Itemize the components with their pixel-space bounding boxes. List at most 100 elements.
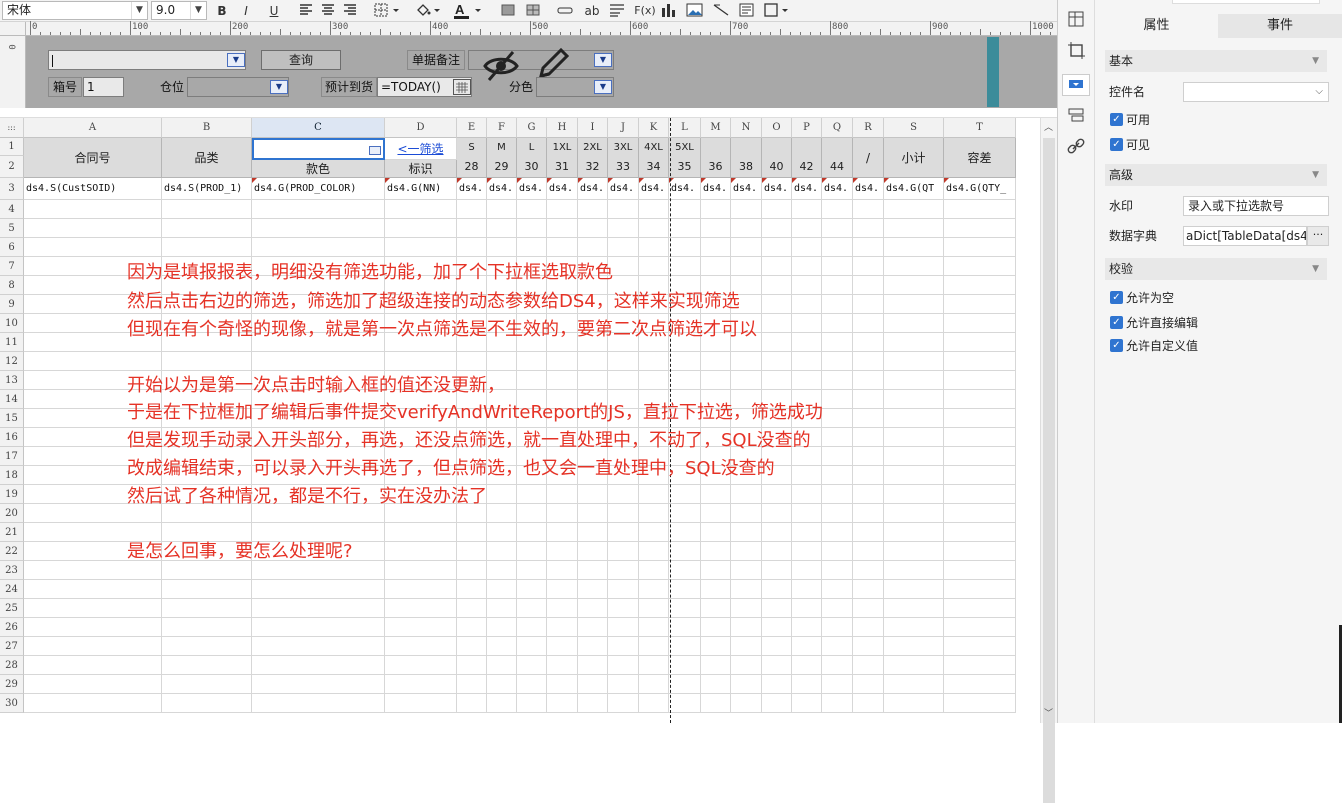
widget-settings-icon[interactable] [1062, 74, 1090, 96]
grid-cell[interactable] [547, 637, 578, 656]
section-validate[interactable]: 校验 ▼ [1105, 258, 1327, 280]
grid-cell[interactable] [701, 257, 731, 276]
header-subtotal[interactable]: 小计 [884, 138, 944, 178]
row-header[interactable]: 16 [0, 428, 24, 447]
grid-cell[interactable] [792, 618, 822, 637]
allow-custom-value-checkbox[interactable]: ✓ [1110, 339, 1123, 352]
grid-cell[interactable] [822, 542, 853, 561]
grid-cell[interactable] [822, 409, 853, 428]
grid-cell[interactable] [853, 352, 884, 371]
grid-cell[interactable] [669, 561, 701, 580]
grid-cell[interactable] [457, 542, 487, 561]
grid-cell[interactable] [252, 637, 385, 656]
grid-cell[interactable] [762, 314, 792, 333]
grid-cell[interactable] [701, 200, 731, 219]
grid-cell[interactable] [822, 656, 853, 675]
grid-cell[interactable] [701, 656, 731, 675]
sub-report-icon[interactable] [738, 2, 756, 20]
grid-cell[interactable] [731, 694, 762, 713]
grid-cell[interactable] [853, 694, 884, 713]
condition-icon[interactable] [1067, 106, 1087, 124]
grid-cell[interactable] [547, 238, 578, 257]
grid-cell[interactable] [547, 504, 578, 523]
grid-cell[interactable] [578, 618, 608, 637]
row-header[interactable]: 18 [0, 466, 24, 485]
grid-cell[interactable] [669, 580, 701, 599]
grid-cell[interactable] [822, 694, 853, 713]
grid-cell[interactable] [517, 200, 547, 219]
grid-cell[interactable] [639, 504, 669, 523]
size-number-cell[interactable]: 42 [792, 158, 822, 178]
grid-cell[interactable] [822, 219, 853, 238]
grid-cell[interactable] [944, 219, 1016, 238]
grid-cell[interactable] [792, 276, 822, 295]
grid-cell[interactable] [884, 333, 944, 352]
align-right-icon[interactable] [342, 2, 358, 20]
grid-cell[interactable] [853, 428, 884, 447]
grid-cell[interactable] [24, 618, 162, 637]
grid-cell[interactable] [731, 371, 762, 390]
grid-cell[interactable] [884, 276, 944, 295]
grid-cell[interactable] [608, 504, 639, 523]
grid-cell[interactable] [639, 238, 669, 257]
grid-cell[interactable] [731, 599, 762, 618]
grid-cell[interactable] [639, 200, 669, 219]
grid-cell[interactable] [639, 485, 669, 504]
row-header[interactable]: 19 [0, 485, 24, 504]
column-header[interactable]: P [792, 118, 822, 138]
grid-cell[interactable] [731, 675, 762, 694]
scroll-up-icon[interactable]: ︿ [1044, 120, 1053, 133]
grid-cell[interactable] [853, 618, 884, 637]
data-cell[interactable]: ds4.S(PROD_1) [162, 178, 252, 200]
grid-cell[interactable] [853, 504, 884, 523]
grid-cell[interactable] [731, 257, 762, 276]
grid-cell[interactable] [822, 352, 853, 371]
grid-cell[interactable] [792, 542, 822, 561]
grid-cell[interactable] [762, 561, 792, 580]
header-contract[interactable]: 合同号 [24, 138, 162, 178]
grid-cell[interactable] [944, 447, 1016, 466]
grid-cell[interactable] [578, 694, 608, 713]
grid-cell[interactable] [24, 238, 162, 257]
row-header[interactable]: 5 [0, 219, 24, 238]
grid-cell[interactable] [385, 656, 457, 675]
underline-button[interactable]: U [266, 2, 282, 20]
grid-cell[interactable] [162, 656, 252, 675]
row-header[interactable]: 21 [0, 523, 24, 542]
size-label-cell[interactable]: M [487, 138, 517, 158]
row-header[interactable]: 6 [0, 238, 24, 257]
row-header[interactable]: 23 [0, 561, 24, 580]
grid-cell[interactable] [792, 466, 822, 485]
grid-cell[interactable] [853, 314, 884, 333]
grid-cell[interactable] [24, 561, 162, 580]
column-header[interactable]: M [701, 118, 731, 138]
grid-cell[interactable] [162, 238, 252, 257]
grid-cell[interactable] [701, 599, 731, 618]
grid-cell[interactable] [853, 371, 884, 390]
grid-cell[interactable] [944, 694, 1016, 713]
grid-cell[interactable] [547, 618, 578, 637]
grid-cell[interactable] [731, 637, 762, 656]
grid-cell[interactable] [853, 200, 884, 219]
column-header[interactable]: Q [822, 118, 853, 138]
size-number-cell[interactable]: 34 [639, 158, 669, 178]
grid-cell[interactable] [669, 523, 701, 542]
size-label-cell[interactable] [792, 138, 822, 158]
header-color[interactable]: 款色 [252, 160, 385, 178]
size-label-cell[interactable] [822, 138, 853, 158]
data-cell[interactable]: ds4.G(QT [884, 178, 944, 200]
grid-cell[interactable] [162, 523, 252, 542]
grid-cell[interactable] [884, 200, 944, 219]
grid-cell[interactable] [252, 580, 385, 599]
grid-cell[interactable] [853, 257, 884, 276]
grid-cell[interactable] [669, 200, 701, 219]
grid-cell[interactable] [639, 542, 669, 561]
widget-name-select[interactable]: ⌵ [1183, 82, 1329, 102]
grid-cell[interactable] [884, 656, 944, 675]
data-cell[interactable]: ds4.G(NN) [385, 178, 457, 200]
grid-cell[interactable] [24, 599, 162, 618]
grid-cell[interactable] [944, 390, 1016, 409]
grid-cell[interactable] [762, 276, 792, 295]
grid-cell[interactable] [822, 390, 853, 409]
grid-cell[interactable] [701, 485, 731, 504]
